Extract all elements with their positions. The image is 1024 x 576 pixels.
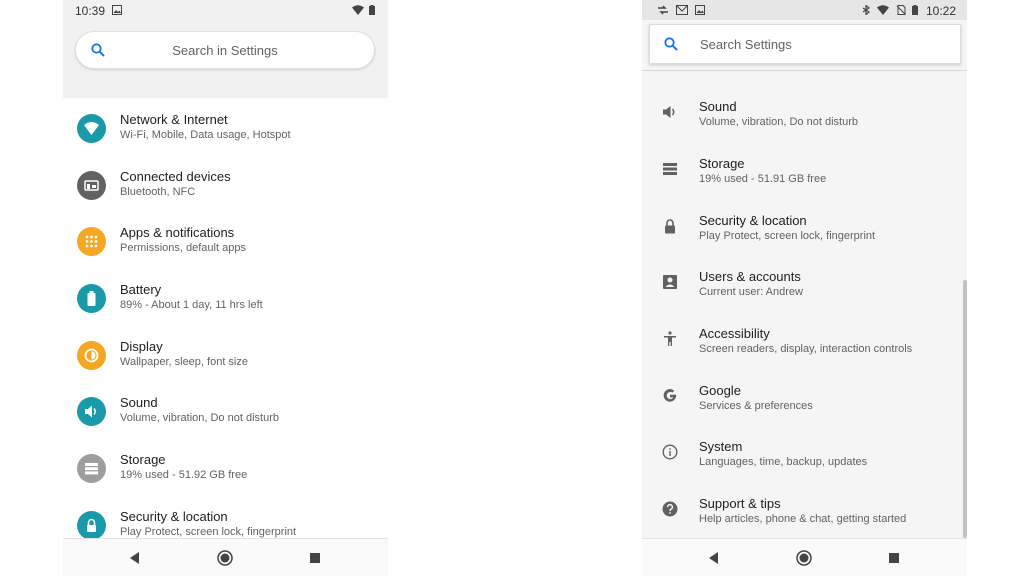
volume-icon — [663, 106, 675, 118]
left-settings-screen: 10:39 Search in Settings Network & Inter… — [63, 0, 388, 576]
back-icon[interactable] — [705, 549, 723, 567]
status-time: 10:22 — [926, 4, 957, 18]
search-icon — [664, 37, 678, 51]
status-bar: 10:39 — [63, 0, 388, 20]
settings-item-display[interactable]: Display Wallpaper, sleep, font size — [63, 337, 388, 393]
item-summary: Wallpaper, sleep, font size — [120, 356, 248, 368]
right-settings-screen: 10:22 Search Settings Sound Volume, vibr… — [642, 0, 967, 576]
google-icon — [663, 389, 677, 402]
battery-status-icon — [369, 5, 375, 15]
item-summary: 19% used - 51.91 GB free — [699, 173, 827, 185]
item-title: Users & accounts — [699, 269, 801, 284]
sync-icon — [658, 5, 668, 15]
devices-icon — [77, 171, 106, 200]
account-box-icon — [663, 275, 677, 289]
back-icon[interactable] — [126, 549, 144, 567]
lock-icon — [77, 511, 106, 540]
item-title: Support & tips — [699, 496, 781, 511]
volume-icon — [77, 397, 106, 426]
accessibility-icon — [664, 331, 676, 346]
storage-icon — [663, 163, 677, 175]
battery-icon — [77, 284, 106, 313]
item-title: Accessibility — [699, 326, 770, 341]
home-icon[interactable] — [795, 549, 813, 567]
item-summary: Volume, vibration, Do not disturb — [699, 116, 858, 128]
item-summary: Volume, vibration, Do not disturb — [120, 412, 279, 424]
settings-item-connected-devices[interactable]: Connected devices Bluetooth, NFC — [63, 167, 388, 223]
item-summary: Help articles, phone & chat, getting sta… — [699, 513, 907, 525]
item-summary: Bluetooth, NFC — [120, 186, 196, 198]
item-summary: Languages, time, backup, updates — [699, 456, 868, 468]
item-summary: Wi-Fi, Mobile, Data usage, Hotspot — [120, 129, 291, 141]
settings-item-security[interactable]: Security & location Play Protect, screen… — [642, 211, 967, 267]
storage-icon — [77, 454, 106, 483]
search-placeholder: Search Settings — [700, 37, 792, 52]
divider — [642, 70, 967, 71]
status-bar: 10:22 — [642, 0, 967, 20]
info-icon — [662, 444, 678, 460]
image-notification-icon — [695, 5, 705, 15]
navigation-bar — [63, 538, 388, 576]
wifi-icon — [77, 114, 106, 143]
image-notification-icon — [112, 5, 122, 15]
overview-icon[interactable] — [306, 549, 324, 567]
item-title: Connected devices — [120, 169, 231, 184]
settings-item-storage[interactable]: Storage 19% used - 51.91 GB free — [642, 154, 967, 210]
settings-item-network[interactable]: Network & Internet Wi-Fi, Mobile, Data u… — [63, 110, 388, 166]
item-summary: 89% - About 1 day, 11 hrs left — [120, 299, 263, 311]
lock-icon — [665, 219, 675, 234]
settings-item-accessibility[interactable]: Accessibility Screen readers, display, i… — [642, 324, 967, 380]
status-time: 10:39 — [75, 4, 106, 18]
battery-status-icon — [912, 5, 918, 15]
item-title: Sound — [699, 99, 737, 114]
settings-item-apps[interactable]: Apps & notifications Permissions, defaul… — [63, 223, 388, 279]
no-sim-icon — [896, 5, 906, 15]
item-summary: Play Protect, screen lock, fingerprint — [699, 230, 876, 242]
search-input[interactable]: Search in Settings — [75, 31, 375, 69]
item-title: Storage — [699, 156, 745, 171]
settings-item-storage[interactable]: Storage 19% used - 51.92 GB free — [63, 450, 388, 506]
wifi-status-icon — [352, 5, 364, 15]
brightness-icon — [77, 341, 106, 370]
settings-item-battery[interactable]: Battery 89% - About 1 day, 11 hrs left — [63, 280, 388, 336]
item-title: Security & location — [120, 509, 228, 524]
settings-item-users-accounts[interactable]: Users & accounts Current user: Andrew — [642, 267, 967, 323]
item-title: Storage — [120, 452, 166, 467]
item-summary: Permissions, default apps — [120, 242, 246, 254]
item-summary: Play Protect, screen lock, fingerprint — [120, 526, 297, 538]
home-icon[interactable] — [216, 549, 234, 567]
scrollbar[interactable] — [963, 280, 967, 538]
item-title: Sound — [120, 395, 158, 410]
settings-item-google[interactable]: Google Services & preferences — [642, 381, 967, 437]
settings-item-system[interactable]: System Languages, time, backup, updates — [642, 437, 967, 493]
bluetooth-icon — [862, 5, 870, 15]
item-title: Google — [699, 383, 741, 398]
item-title: System — [699, 439, 743, 454]
help-icon — [662, 501, 678, 517]
search-placeholder: Search in Settings — [172, 43, 278, 58]
overview-icon[interactable] — [885, 549, 903, 567]
item-title: Network & Internet — [120, 112, 228, 127]
item-summary: Screen readers, display, interaction con… — [699, 343, 913, 355]
navigation-bar — [642, 538, 967, 576]
item-title: Display — [120, 339, 163, 354]
item-title: Apps & notifications — [120, 225, 235, 240]
item-title: Battery — [120, 282, 162, 297]
item-title: Security & location — [699, 213, 807, 228]
settings-item-sound[interactable]: Sound Volume, vibration, Do not disturb — [642, 97, 967, 153]
item-summary: Current user: Andrew — [699, 286, 803, 298]
settings-item-sound[interactable]: Sound Volume, vibration, Do not disturb — [63, 393, 388, 449]
search-input[interactable]: Search Settings — [649, 24, 961, 64]
item-summary: Services & preferences — [699, 400, 813, 412]
item-summary: 19% used - 51.92 GB free — [120, 469, 248, 481]
wifi-status-icon — [877, 5, 889, 15]
gmail-icon — [676, 5, 688, 15]
apps-grid-icon — [77, 227, 106, 256]
